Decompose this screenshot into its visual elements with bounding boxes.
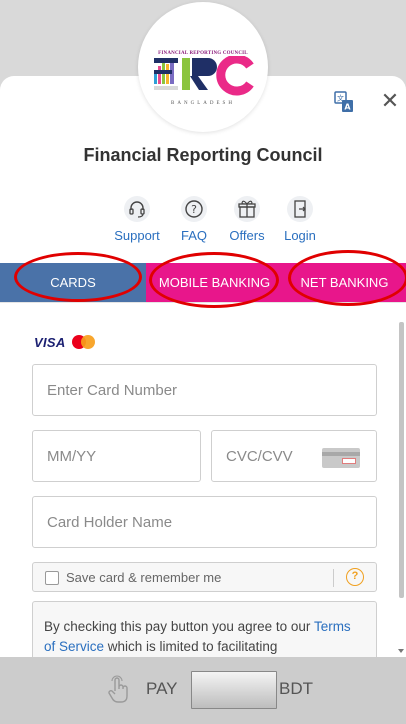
merchant-name: Financial Reporting Council [83,145,323,165]
save-card-label: Save card & remember me [66,570,222,585]
scroll-down-icon[interactable] [398,649,404,653]
svg-text:A: A [344,103,351,112]
card-back-icon [322,448,360,468]
headset-icon [124,196,150,222]
faq-label: FAQ [180,228,207,243]
logo-caption-bottom: BANGLADESH [171,101,235,106]
svg-text:?: ? [191,203,197,216]
pay-label: PAY [146,679,178,698]
redacted-amount [191,671,277,709]
divider [333,569,334,587]
close-icon: ✕ [380,88,400,113]
cvc-field[interactable] [211,430,377,482]
terms-notice: By checking this pay button you agree to… [32,601,377,657]
expiry-input[interactable] [33,431,200,481]
quick-links: Support ? FAQ Offers Login [0,196,406,248]
mastercard-logo [71,335,96,349]
scroll-thumb[interactable] [399,322,404,598]
login-icon [287,196,313,222]
card-brands: VISA [34,334,96,350]
support-label: Support [114,228,160,243]
card-number-field[interactable] [32,364,377,416]
tab-net-banking[interactable]: NET BANKING [283,263,406,302]
card-holder-field[interactable] [32,496,377,548]
expiry-field[interactable] [32,430,201,482]
faq-link[interactable]: ? FAQ [166,196,222,243]
terms-suffix: which is limited to facilitating [107,639,278,654]
save-card-checkbox[interactable] [45,571,59,585]
close-button[interactable]: ✕ [378,88,402,114]
frc-logo-mark [154,56,254,96]
offers-label: Offers [229,228,265,243]
card-number-input[interactable] [33,365,376,415]
help-icon[interactable]: ? [346,568,364,586]
translate-icon[interactable]: 文 A [334,91,354,113]
card-holder-input[interactable] [33,497,376,547]
save-card-row: Save card & remember me ? [32,562,377,592]
scrollbar[interactable] [398,322,404,657]
tap-hand-icon [108,675,128,703]
tab-cards[interactable]: CARDS [0,263,146,302]
offers-link[interactable]: Offers [219,196,275,243]
pay-button[interactable]: PAY BDT [0,657,406,724]
pay-currency: BDT [279,679,313,698]
support-link[interactable]: Support [109,196,165,243]
gift-icon [234,196,260,222]
card-form: VISA Save card & remember me ? By checki… [0,302,406,657]
merchant-logo: FINANCIAL REPORTING COUNCIL BANGLADESH [138,2,268,132]
payment-tabs: CARDS MOBILE BANKING NET BANKING [0,263,406,302]
login-link[interactable]: Login [272,196,328,243]
question-icon: ? [181,196,207,222]
visa-logo: VISA [34,334,66,350]
login-label: Login [284,228,316,243]
terms-prefix: By checking this pay button you agree to… [44,619,311,634]
tab-mobile-banking[interactable]: MOBILE BANKING [146,263,283,302]
